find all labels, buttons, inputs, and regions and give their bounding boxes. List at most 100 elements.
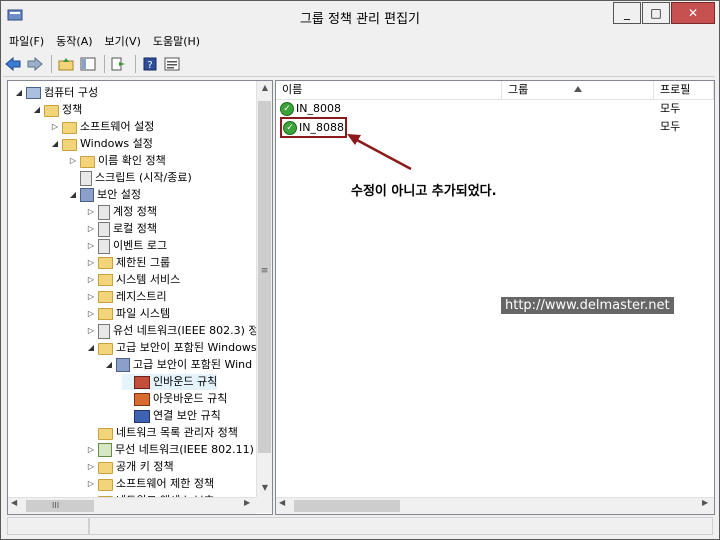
menu-file[interactable]: 파일(F) (3, 32, 50, 50)
watermark: http://www.delmaster.net (501, 297, 674, 314)
tree-node-label: 연결 보안 규칙 (153, 409, 221, 422)
tree-node[interactable]: ▷ 이벤트 로그 (86, 238, 167, 254)
lock-folder-icon (98, 274, 113, 286)
tree-node[interactable]: ◢ 정책 (32, 102, 82, 118)
collapsed-arrow-icon[interactable]: ▷ (86, 204, 96, 220)
tree-node[interactable]: ▷ 로컬 정책 (86, 221, 157, 237)
tree-node-label: 고급 보안이 포함된 Wind (133, 358, 253, 371)
expanded-arrow-icon[interactable]: ◢ (32, 102, 42, 118)
tree-node-label: 공개 키 정책 (116, 460, 174, 473)
collapsed-arrow-icon[interactable]: ▷ (86, 221, 96, 237)
tree-node[interactable]: ▷ 이름 확인 정책 (68, 153, 166, 169)
enabled-check-icon: ✓ (283, 120, 297, 135)
collapsed-arrow-icon[interactable]: ▷ (86, 323, 96, 339)
tree-node-label: 시스템 서비스 (116, 273, 181, 286)
collapsed-arrow-icon[interactable]: ▷ (86, 272, 96, 288)
folder-icon (44, 105, 59, 117)
menu-help[interactable]: 도움말(H) (147, 32, 206, 50)
shield-icon (116, 358, 130, 372)
collapsed-arrow-icon[interactable]: ▷ (68, 153, 78, 169)
folder-icon (80, 156, 95, 168)
tree-node[interactable]: ▷ 유선 네트워크(IEEE 802.3) 정 (86, 323, 256, 339)
expanded-arrow-icon[interactable]: ◢ (68, 187, 78, 203)
help-icon[interactable]: ? (140, 54, 160, 74)
tree-horizontal-scrollbar[interactable]: ◀ III ▶ (8, 497, 256, 514)
column-name[interactable]: 이름 (276, 81, 502, 99)
tree-node-label: 보안 설정 (97, 188, 141, 201)
scroll-thumb[interactable] (294, 500, 400, 512)
collapsed-arrow-icon[interactable]: ▷ (86, 476, 96, 492)
list-item[interactable]: ✓ IN_8008 (280, 100, 341, 117)
status-cell (89, 517, 713, 535)
collapsed-arrow-icon[interactable]: ▷ (86, 306, 96, 322)
tree-node[interactable]: 네트워크 목록 관리자 정책 (86, 425, 238, 441)
close-button[interactable]: ✕ (671, 2, 715, 24)
rule-profile: 모두 (660, 102, 681, 115)
tree-node[interactable]: 연결 보안 규칙 (122, 408, 221, 424)
maximize-button[interactable]: □ (642, 2, 670, 24)
collapsed-arrow-icon[interactable]: ▷ (86, 289, 96, 305)
expanded-arrow-icon[interactable]: ◢ (50, 136, 60, 152)
collapsed-arrow-icon[interactable]: ▷ (86, 459, 96, 475)
tree-node[interactable]: 인바운드 규칙 (122, 374, 218, 390)
tree-node-label: 제한된 그룹 (116, 256, 171, 269)
tree-node-label: 레지스트리 (116, 290, 167, 303)
scroll-right-arrow-icon[interactable]: ▶ (244, 498, 250, 507)
scroll-up-arrow-icon[interactable]: ▲ (257, 83, 272, 92)
collapsed-arrow-icon[interactable]: ▷ (86, 442, 96, 458)
expanded-arrow-icon[interactable]: ◢ (86, 340, 96, 356)
document-icon (98, 238, 110, 254)
properties-icon[interactable] (162, 54, 182, 74)
scroll-thumb[interactable]: III (26, 500, 94, 512)
scroll-left-arrow-icon[interactable]: ◀ (11, 498, 17, 507)
export-list-icon[interactable] (109, 54, 129, 74)
menu-action[interactable]: 동작(A) (50, 32, 98, 50)
expanded-arrow-icon[interactable]: ◢ (14, 85, 24, 101)
menu-view[interactable]: 보기(V) (99, 32, 147, 50)
column-profile[interactable]: 프로필 (654, 81, 714, 99)
tree-node[interactable]: ◢ 고급 보안이 포함된 Wind (104, 357, 252, 373)
tree-node[interactable]: ▷ 공개 키 정책 (86, 459, 174, 475)
tree-node[interactable]: ◢ 컴퓨터 구성 (14, 85, 98, 101)
forward-icon[interactable] (25, 54, 45, 74)
title-bar[interactable]: 그룹 정책 관리 편집기 _ □ ✕ (1, 1, 719, 31)
list-horizontal-scrollbar[interactable]: ◀ ▶ (276, 497, 714, 514)
tree-node[interactable]: ◢ 고급 보안이 포함된 Windows (86, 340, 256, 356)
tree-node-label: 이름 확인 정책 (98, 154, 166, 167)
minimize-button[interactable]: _ (613, 2, 641, 24)
tree-node[interactable]: ▷ 레지스트리 (86, 289, 167, 305)
list-item[interactable]: ✓ IN_8088 (280, 117, 347, 138)
tree-node-label: 고급 보안이 포함된 Windows (116, 341, 256, 354)
tree-node[interactable]: ▷ 파일 시스템 (86, 306, 170, 322)
collapsed-arrow-icon[interactable]: ▷ (50, 119, 60, 135)
up-folder-icon[interactable] (56, 54, 76, 74)
scroll-right-arrow-icon[interactable]: ▶ (702, 498, 708, 507)
tree-node[interactable]: ▷ 소프트웨어 설정 (50, 119, 154, 135)
tree-node[interactable]: 스크립트 (시작/종료) (68, 170, 192, 186)
scroll-thumb[interactable]: ≡ (258, 101, 271, 453)
tree-node[interactable]: ▷ 소프트웨어 제한 정책 (86, 476, 214, 492)
collapsed-arrow-icon[interactable]: ▷ (86, 255, 96, 271)
tree-node[interactable]: ◢ 보안 설정 (68, 187, 141, 203)
back-icon[interactable] (3, 54, 23, 74)
rule-name: IN_8008 (296, 102, 341, 115)
annotation-arrow-icon (347, 134, 412, 171)
tree-node[interactable]: ▷ 제한된 그룹 (86, 255, 170, 271)
show-hide-tree-icon[interactable] (78, 54, 98, 74)
tree-node[interactable]: 아웃바운드 규칙 (122, 391, 227, 407)
tree-node[interactable]: ▷ 무선 네트워크(IEEE 802.11) 정 (86, 442, 256, 458)
tree-node-label: 정책 (62, 103, 83, 116)
scroll-left-arrow-icon[interactable]: ◀ (279, 498, 285, 507)
tree-vertical-scrollbar[interactable]: ▲ ≡ ▼ (256, 81, 272, 497)
annotation-text: 수정이 아니고 추가되었다. (351, 184, 497, 199)
folder-icon (62, 122, 77, 134)
collapsed-arrow-icon[interactable]: ▷ (86, 238, 96, 254)
toolbar-separator (135, 55, 136, 73)
scroll-down-arrow-icon[interactable]: ▼ (257, 483, 272, 492)
tree-node[interactable]: ▷ 시스템 서비스 (86, 272, 180, 288)
svg-text:?: ? (147, 60, 152, 71)
expanded-arrow-icon[interactable]: ◢ (104, 357, 114, 373)
tree-node[interactable]: ▷ 계정 정책 (86, 204, 157, 220)
network-icon (98, 443, 112, 457)
tree-node[interactable]: ◢ Windows 설정 (50, 136, 153, 152)
